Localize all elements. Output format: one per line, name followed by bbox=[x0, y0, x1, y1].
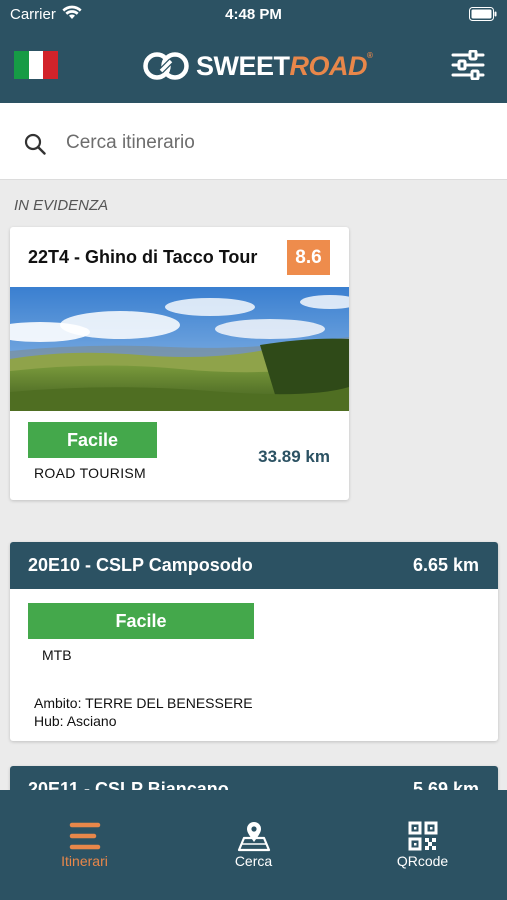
status-time: 4:48 PM bbox=[225, 6, 282, 23]
filter-settings-icon[interactable] bbox=[451, 50, 485, 80]
search-bar bbox=[0, 103, 507, 180]
route-type-label: ROAD TOURISM bbox=[34, 465, 146, 481]
tab-label: QRcode bbox=[396, 853, 449, 869]
route-type-label: MTB bbox=[42, 647, 72, 663]
tab-label: Cerca bbox=[234, 853, 273, 869]
battery-icon bbox=[469, 7, 497, 21]
logo-registered: ® bbox=[367, 50, 373, 60]
tab-qrcode[interactable]: QRcode bbox=[338, 790, 507, 900]
sweetroad-logo: SWEETROAD® bbox=[142, 47, 373, 85]
italy-flag-icon[interactable] bbox=[14, 51, 59, 79]
qrcode-icon bbox=[408, 821, 437, 851]
featured-section-label: IN EVIDENZA bbox=[14, 197, 109, 214]
route-distance: 33.89 km bbox=[258, 447, 330, 466]
app-header: SWEETROAD® bbox=[0, 28, 507, 103]
route-landscape-image bbox=[10, 287, 349, 411]
route-hub: Hub: Asciano bbox=[34, 713, 117, 729]
featured-route-card[interactable]: 22T4 - Ghino di Tacco Tour 8.6 Facile RO… bbox=[10, 227, 349, 500]
route-distance: 6.65 km bbox=[412, 555, 479, 575]
map-pin-icon bbox=[237, 822, 270, 852]
route-title: 20E10 - CSLP Camposodo bbox=[28, 555, 253, 575]
tab-label: Itinerari bbox=[61, 853, 108, 869]
search-input[interactable] bbox=[66, 127, 486, 159]
list-icon bbox=[69, 822, 100, 850]
route-card[interactable]: 20E10 - CSLP Camposodo 6.65 km Facile MT… bbox=[10, 542, 498, 741]
logo-road: ROAD bbox=[289, 50, 368, 81]
status-bar: Carrier 4:48 PM bbox=[0, 0, 507, 28]
featured-route-title: 22T4 - Ghino di Tacco Tour bbox=[28, 247, 258, 267]
difficulty-badge: Facile bbox=[28, 422, 157, 458]
tab-cerca[interactable]: Cerca bbox=[169, 790, 338, 900]
tab-itinerari[interactable]: Itinerari bbox=[0, 790, 169, 900]
logo-wordmark: SWEETROAD® bbox=[196, 50, 373, 82]
route-card-header: 20E10 - CSLP Camposodo 6.65 km bbox=[10, 542, 498, 589]
search-icon bbox=[24, 133, 46, 155]
rating-badge: 8.6 bbox=[287, 240, 330, 275]
bottom-tab-bar: Itinerari Cerca QRcode bbox=[0, 790, 507, 900]
difficulty-badge: Facile bbox=[28, 603, 254, 639]
logo-sweet: SWEET bbox=[196, 50, 290, 81]
logo-infinity-icon bbox=[143, 52, 189, 80]
route-ambito: Ambito: TERRE DEL BENESSERE bbox=[34, 695, 253, 711]
